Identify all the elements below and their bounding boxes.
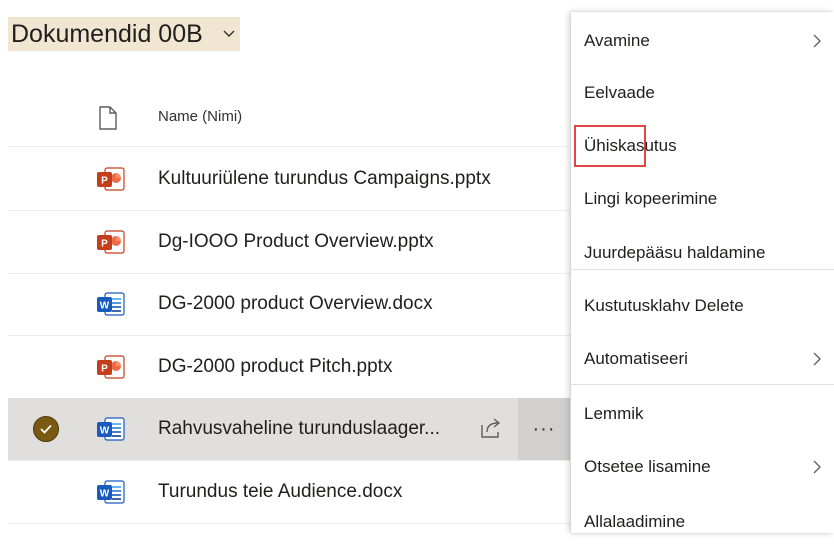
powerpoint-file-icon: P (96, 166, 126, 192)
menu-item-label: Automatiseeri (584, 349, 688, 368)
chevron-down-icon[interactable] (222, 26, 236, 40)
menu-item-kustutusklahv-delete[interactable]: Kustutusklahv Delete (571, 280, 834, 332)
file-name[interactable]: Rahvusvaheline turunduslaager... (158, 418, 440, 440)
file-name[interactable]: Dg-IOOO Product Overview.pptx (158, 231, 434, 253)
table-row[interactable]: W Turundus teie Audience.docx (8, 461, 570, 524)
menu-item-lemmik[interactable]: Lemmik (571, 388, 834, 440)
menu-item-label: Otsetee lisamine (584, 457, 711, 476)
svg-text:P: P (101, 364, 108, 375)
powerpoint-file-icon: P (96, 354, 126, 380)
more-actions-button[interactable]: ··· (518, 398, 570, 460)
library-title-area[interactable]: Dokumendid 00B (8, 17, 240, 51)
word-file-icon: W (96, 479, 126, 505)
menu-item-avamine[interactable]: Avamine (571, 15, 834, 67)
menu-item-automatiseeri[interactable]: Automatiseeri (571, 333, 834, 385)
menu-item-label: Lingi kopeerimine (584, 189, 718, 208)
table-row[interactable]: P Dg-IOOO Product Overview.pptx (8, 211, 570, 274)
word-file-icon: W (96, 291, 126, 317)
file-name[interactable]: Kultuuriülene turundus Campaigns.pptx (158, 168, 491, 190)
menu-item-label: Avamine (584, 31, 650, 50)
menu-item-eelvaade[interactable]: Eelvaade (571, 67, 834, 119)
word-file-icon: W (96, 416, 126, 442)
chevron-right-icon (813, 352, 821, 366)
selected-check-icon[interactable] (33, 416, 59, 442)
menu-item-label: Ühiskasutus (584, 136, 677, 155)
menu-item-lingi-kopeerimine[interactable]: Lingi kopeerimine (571, 173, 834, 225)
svg-text:W: W (100, 301, 110, 312)
column-header-name[interactable]: Name (Nimi) (158, 108, 242, 125)
svg-text:W: W (100, 489, 110, 500)
share-icon[interactable] (478, 415, 504, 441)
chevron-right-icon (813, 34, 821, 48)
menu-item-label: Allalaadimine (584, 512, 686, 531)
svg-text:P: P (101, 176, 108, 187)
menu-item-juurdepaasu-haldamine[interactable]: Juurdepääsu haldamine (571, 227, 834, 279)
svg-text:P: P (101, 239, 108, 250)
table-row[interactable]: P DG-2000 product Pitch.pptx (8, 336, 570, 399)
page-title: Dokumendid 00B (11, 19, 203, 48)
menu-item-label: Kustutusklahv Delete (584, 296, 744, 315)
menu-item-otsetee-lisamine[interactable]: Otsetee lisamine (571, 441, 834, 493)
svg-text:W: W (100, 426, 110, 437)
context-menu: Avamine Eelvaade Ühiskasutus Lingi kopeeri… (571, 12, 834, 533)
chevron-right-icon (813, 460, 821, 474)
file-name[interactable]: DG-2000 product Pitch.pptx (158, 356, 392, 378)
menu-item-label: Juurdepääsu haldamine (584, 243, 766, 262)
menu-item-allalaadimine[interactable]: Allalaadimine (571, 496, 834, 548)
file-type-header-icon[interactable] (98, 106, 118, 130)
table-row[interactable]: W Rahvusvaheline turunduslaager... ··· (8, 398, 570, 461)
menu-item-uhiskasutus[interactable]: Ühiskasutus (571, 120, 834, 172)
file-name[interactable]: DG-2000 product Overview.docx (158, 293, 433, 315)
menu-item-label: Eelvaade (584, 83, 655, 102)
table-row[interactable]: P Kultuuriülene turundus Campaigns.pptx (8, 148, 570, 211)
powerpoint-file-icon: P (96, 229, 126, 255)
table-row[interactable]: W DG-2000 product Overview.docx (8, 273, 570, 336)
list-header: Name (Nimi) (8, 86, 570, 147)
file-name[interactable]: Turundus teie Audience.docx (158, 481, 402, 503)
menu-item-label: Lemmik (584, 404, 644, 423)
